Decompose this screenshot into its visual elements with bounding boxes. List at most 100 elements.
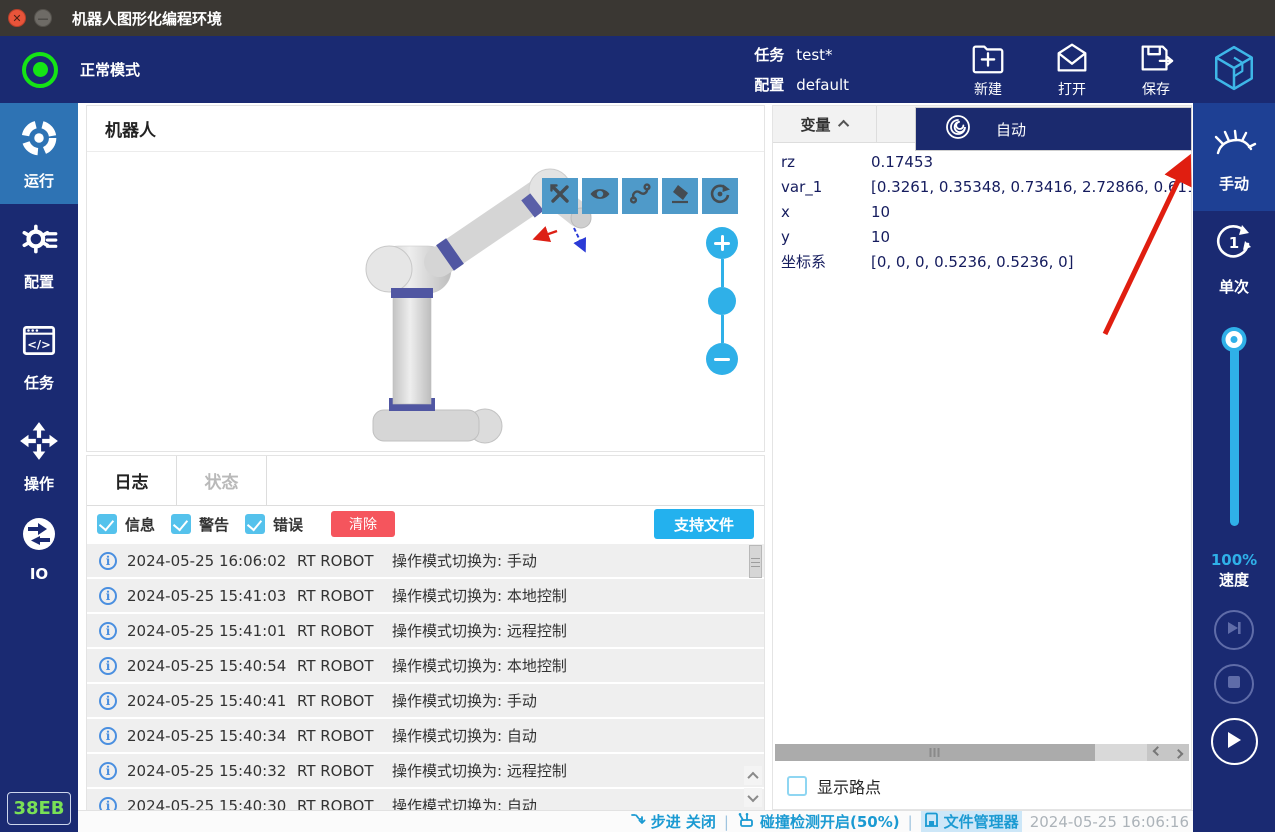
reset-view-button[interactable] xyxy=(702,178,738,214)
auto-mode-label: 自动 xyxy=(996,119,1026,140)
manual-mode-button[interactable]: 手动 xyxy=(1193,103,1275,211)
log-scroll-buttons xyxy=(744,766,762,807)
tools-button[interactable] xyxy=(542,178,578,214)
info-icon xyxy=(99,797,117,812)
tab-variables[interactable]: 变量 xyxy=(773,106,877,142)
status-badge: 38EB xyxy=(7,792,71,825)
log-row[interactable]: 2024-05-25 15:41:03 RT ROBOT 操作模式切换为: 本地… xyxy=(87,579,764,612)
close-icon[interactable]: ✕ xyxy=(8,9,26,27)
log-row[interactable]: 2024-05-25 15:40:34 RT ROBOT 操作模式切换为: 自动 xyxy=(87,719,764,752)
variables-list[interactable]: rz 0.17453 var_1 [0.3261, 0.35348, 0.734… xyxy=(773,143,1191,274)
hscrollbar-thumb[interactable] xyxy=(775,744,1095,761)
collision-label: 碰撞检测开启(50%) xyxy=(760,811,900,832)
zoom-out-button[interactable] xyxy=(706,343,738,375)
sidebar-item-operate[interactable]: 操作 xyxy=(0,406,78,507)
svg-text:1: 1 xyxy=(1229,234,1239,252)
step-forward-button[interactable] xyxy=(1214,610,1254,650)
variable-row[interactable]: var_1 [0.3261, 0.35348, 0.73416, 2.72866… xyxy=(773,174,1191,199)
eye-icon xyxy=(588,182,612,210)
log-message: 操作模式切换为: 本地控制 xyxy=(392,655,567,676)
log-row[interactable]: 2024-05-25 15:40:32 RT ROBOT 操作模式切换为: 远程… xyxy=(87,754,764,787)
io-sync-icon xyxy=(19,514,59,558)
log-message: 操作模式切换为: 自动 xyxy=(392,795,537,811)
visibility-button[interactable] xyxy=(582,178,618,214)
variable-row[interactable]: x 10 xyxy=(773,199,1191,224)
new-button[interactable]: 新建 xyxy=(969,40,1007,99)
sidebar-item-task[interactable]: </> 任务 xyxy=(0,305,78,406)
tab-status[interactable]: 状态 xyxy=(177,456,267,505)
scroll-left-icon[interactable] xyxy=(1147,744,1168,761)
window-title: 机器人图形化编程环境 xyxy=(72,8,222,29)
collision-icon xyxy=(737,812,755,832)
log-message: 操作模式切换为: 远程控制 xyxy=(392,620,567,641)
speed-readout: 100% 速度 xyxy=(1211,551,1257,590)
sidebar-item-config-label: 配置 xyxy=(24,271,54,292)
step-mode-item[interactable]: 步进 关闭 xyxy=(630,811,716,832)
info-icon xyxy=(99,727,117,745)
path-button[interactable] xyxy=(622,178,658,214)
error-checkbox[interactable] xyxy=(245,514,265,534)
warning-checkbox[interactable] xyxy=(171,514,191,534)
file-manager-label: 文件管理器 xyxy=(944,811,1019,832)
log-row[interactable]: 2024-05-25 15:41:01 RT ROBOT 操作模式切换为: 远程… xyxy=(87,614,764,647)
info-checkbox[interactable] xyxy=(97,514,117,534)
speed-slider[interactable] xyxy=(1230,331,1239,527)
log-message: 操作模式切换为: 远程控制 xyxy=(392,760,567,781)
log-row[interactable]: 2024-05-25 15:40:30 RT ROBOT 操作模式切换为: 自动 xyxy=(87,789,764,811)
variable-name: var_1 xyxy=(773,178,871,196)
error-checkbox-label: 错误 xyxy=(273,514,303,535)
open-button[interactable]: 打开 xyxy=(1053,40,1091,99)
mode-menu-auto-item[interactable]: 自动 xyxy=(915,107,1192,151)
variables-panel: 变量 rz 0.17453 var_1 [0.3261, 0.35348, 0.… xyxy=(772,105,1192,810)
variable-row[interactable]: y 10 xyxy=(773,224,1191,249)
gear-icon xyxy=(18,218,60,264)
variable-row[interactable]: 坐标系 [0, 0, 0, 0.5236, 0.5236, 0] xyxy=(773,249,1191,274)
collapse-chevron-icon xyxy=(837,120,848,131)
log-source: RT ROBOT xyxy=(297,657,392,675)
header-actions: 新建 打开 保存 xyxy=(969,40,1175,99)
info-icon xyxy=(99,552,117,570)
speed-slider-handle[interactable] xyxy=(1226,331,1243,348)
log-list[interactable]: 2024-05-25 16:06:02 RT ROBOT 操作模式切换为: 手动… xyxy=(87,542,764,811)
app-logo[interactable] xyxy=(1193,36,1275,103)
save-button-label: 保存 xyxy=(1142,79,1170,99)
scroll-up-icon[interactable] xyxy=(744,766,762,785)
robot-3d-view[interactable] xyxy=(87,152,764,450)
clear-button[interactable]: 清除 xyxy=(331,511,395,537)
speed-slider-track[interactable] xyxy=(1230,340,1239,526)
file-manager-item[interactable]: 文件管理器 xyxy=(921,811,1022,832)
header: 正常模式 任务 test* 配置 default 新建 xyxy=(0,36,1275,103)
zoom-slider-handle[interactable] xyxy=(708,287,736,315)
variable-row[interactable]: rz 0.17453 xyxy=(773,149,1191,174)
single-cycle-button[interactable]: 1 单次 xyxy=(1193,211,1275,305)
variable-name: rz xyxy=(773,153,871,171)
play-button[interactable] xyxy=(1211,718,1258,765)
drive-icon xyxy=(924,812,939,832)
eraser-button[interactable] xyxy=(662,178,698,214)
zoom-in-button[interactable] xyxy=(706,227,738,259)
scroll-down-icon[interactable] xyxy=(744,788,762,807)
stop-button[interactable] xyxy=(1214,664,1254,704)
show-waypoints-checkbox[interactable] xyxy=(787,776,807,796)
collision-item[interactable]: 碰撞检测开启(50%) xyxy=(737,811,900,832)
sidebar-item-task-label: 任务 xyxy=(24,372,54,393)
scroll-right-icon[interactable] xyxy=(1168,744,1189,761)
sidebar-item-run[interactable]: 运行 xyxy=(0,103,78,204)
sidebar-item-config[interactable]: 配置 xyxy=(0,204,78,305)
tab-log[interactable]: 日志 xyxy=(87,456,177,505)
support-files-button[interactable]: 支持文件 xyxy=(654,509,754,539)
log-time: 2024-05-25 15:40:54 xyxy=(127,657,297,675)
save-button[interactable]: 保存 xyxy=(1137,40,1175,99)
log-row[interactable]: 2024-05-25 16:06:02 RT ROBOT 操作模式切换为: 手动 xyxy=(87,544,764,577)
sidebar-item-io[interactable]: IO xyxy=(0,507,78,589)
log-source: RT ROBOT xyxy=(297,692,392,710)
log-message: 操作模式切换为: 手动 xyxy=(392,690,537,711)
log-time: 2024-05-25 15:40:41 xyxy=(127,692,297,710)
log-row[interactable]: 2024-05-25 15:40:54 RT ROBOT 操作模式切换为: 本地… xyxy=(87,649,764,682)
eraser-icon xyxy=(668,182,692,210)
log-scrollbar-thumb[interactable] xyxy=(749,545,762,578)
log-row[interactable]: 2024-05-25 15:40:41 RT ROBOT 操作模式切换为: 手动 xyxy=(87,684,764,717)
cube-logo-icon xyxy=(1211,44,1257,96)
minimize-icon[interactable]: — xyxy=(34,9,52,27)
view-zoom-control xyxy=(706,227,738,375)
